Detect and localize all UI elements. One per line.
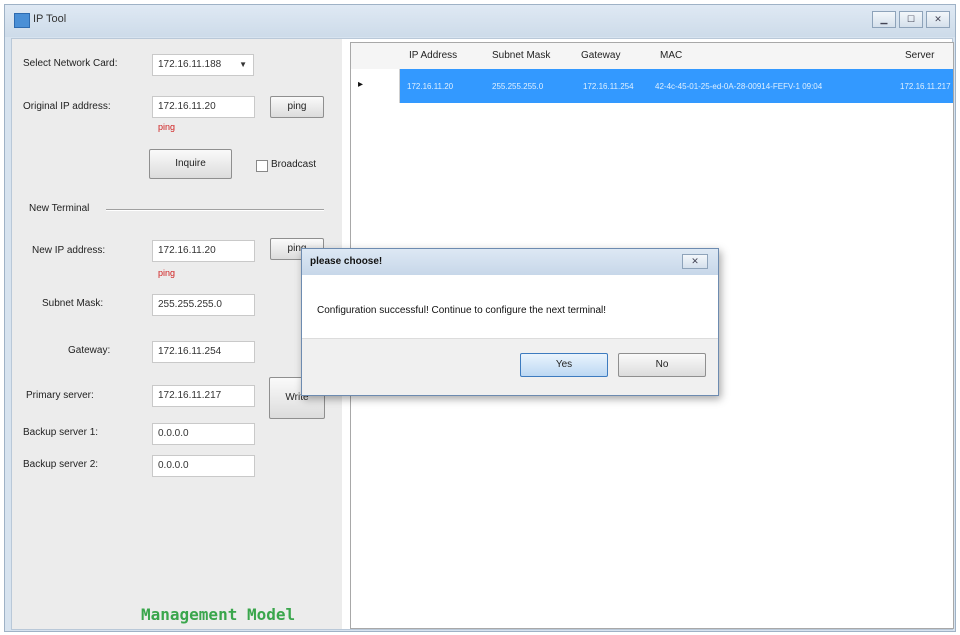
minimize-icon: ▁ [880,14,888,24]
subnet-mask-label: Subnet Mask: [42,298,104,309]
header-gateway[interactable]: Gateway [581,50,620,61]
minimize-button[interactable]: ▁ [872,11,896,28]
backup-server-1-label: Backup server 1: [23,427,99,438]
gateway-input[interactable]: 172.16.11.254 [152,341,255,363]
dialog-title: please choose! [310,256,383,267]
network-card-label: Select Network Card: [23,58,118,69]
ping-original-button[interactable]: ping [270,96,324,118]
cell-subnet-mask[interactable]: 255.255.255.0 [492,82,574,91]
yes-button[interactable]: Yes [520,353,608,377]
app-icon [14,13,30,28]
settings-panel: Select Network Card: 172.16.11.188 ▼ Ori… [12,39,342,629]
new-ip-input[interactable]: 172.16.11.20 [152,240,255,262]
chevron-down-icon: ▼ [239,60,247,69]
current-row-marker-icon: ▸ [358,79,364,90]
maximize-icon: ☐ [906,14,916,24]
broadcast-label: Broadcast [271,159,317,170]
ping-status-new: ping [158,268,176,278]
cell-server[interactable]: 172.16.11.217 [900,82,954,91]
subnet-mask-input[interactable]: 255.255.255.0 [152,294,255,316]
maximize-button[interactable]: ☐ [899,11,923,28]
no-button[interactable]: No [618,353,706,377]
primary-server-label: Primary server: [26,390,94,401]
group-divider [106,209,324,211]
ping-status-original: ping [158,122,176,132]
header-server[interactable]: Server [905,50,934,61]
management-model-label: Management Model [141,605,296,624]
new-ip-label: New IP address: [32,245,106,256]
gateway-label: Gateway: [68,345,111,356]
dialog-button-bar: Yes No [302,338,718,395]
backup-server-2-label: Backup server 2: [23,459,99,470]
close-button[interactable]: ✕ [926,11,950,28]
header-ip-address[interactable]: IP Address [409,50,457,61]
broadcast-checkbox[interactable] [256,160,268,172]
close-icon: ✕ [691,256,699,266]
inquire-button[interactable]: Inquire [149,149,232,179]
original-ip-input[interactable]: 172.16.11.20 [152,96,255,118]
cell-ip-address[interactable]: 172.16.11.20 [407,82,483,91]
close-icon: ✕ [934,14,942,24]
network-card-select[interactable]: 172.16.11.188 ▼ [152,54,254,76]
table-header: IP Address Subnet Mask Gateway MAC Serve… [351,43,953,70]
original-ip-label: Original IP address: [23,101,111,112]
table-row[interactable]: ▸ 172.16.11.20 255.255.255.0 172.16.11.2… [351,69,953,103]
title-bar: IP Tool ▁ ☐ ✕ [5,5,955,37]
primary-server-input[interactable]: 172.16.11.217 [152,385,255,407]
dialog-title-bar: please choose! ✕ [302,249,718,275]
header-mac[interactable]: MAC [660,50,682,61]
row-selector[interactable]: ▸ [351,69,400,103]
backup-server-2-input[interactable]: 0.0.0.0 [152,455,255,477]
new-terminal-label: New Terminal [29,203,90,214]
backup-server-1-input[interactable]: 0.0.0.0 [152,423,255,445]
header-subnet-mask[interactable]: Subnet Mask [492,50,550,61]
cell-gateway[interactable]: 172.16.11.254 [583,82,653,91]
cell-mac[interactable]: 42-4c-45-01-25-ed-0A-28-00914-FEFV-1 09:… [655,82,898,91]
confirm-dialog: please choose! ✕ Configuration successfu… [301,248,719,396]
window-title: IP Tool [33,13,67,25]
dialog-message: Configuration successful! Continue to co… [317,305,607,316]
network-card-value: 172.16.11.188 [158,59,222,70]
dialog-close-button[interactable]: ✕ [682,254,708,269]
